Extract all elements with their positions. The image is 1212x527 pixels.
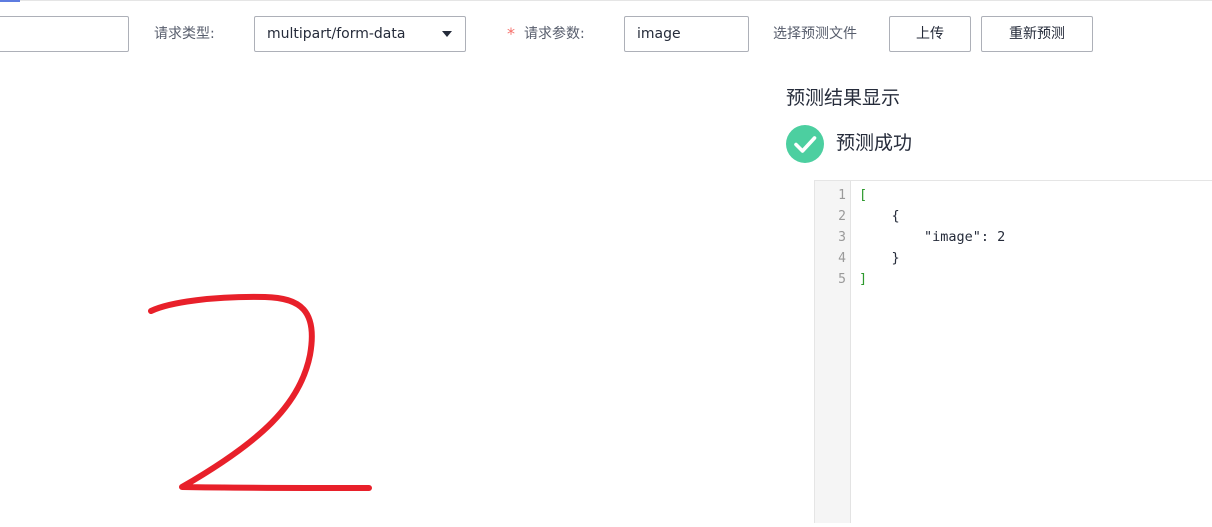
- upload-button[interactable]: 上传: [889, 16, 971, 52]
- code-line: {: [859, 208, 900, 224]
- code-line: }: [859, 250, 900, 266]
- line-number: 5: [838, 272, 846, 287]
- code-line: "image": 2: [859, 229, 1006, 245]
- request-type-value: multipart/form-data: [267, 26, 406, 42]
- repredict-button[interactable]: 重新预测: [981, 16, 1093, 52]
- status-text: 预测成功: [836, 132, 913, 154]
- request-param-input[interactable]: image: [624, 16, 749, 52]
- line-number: 3: [838, 230, 846, 245]
- request-type-select[interactable]: multipart/form-data: [254, 16, 466, 52]
- code-line: [: [859, 187, 868, 203]
- result-title: 预测结果显示: [786, 87, 901, 109]
- request-param-value: image: [637, 26, 681, 42]
- request-type-label: 请求类型:: [154, 26, 215, 42]
- choose-file-label: 选择预测文件: [773, 26, 857, 42]
- line-number: 2: [838, 209, 846, 224]
- digit-stroke: [148, 293, 372, 491]
- code-line: ]: [859, 271, 868, 287]
- json-result-editor[interactable]: 1 2 3 4 5 [ { "image": 2 } ]: [814, 180, 1212, 523]
- url-input[interactable]: [0, 16, 129, 52]
- request-param-label: 请求参数:: [524, 26, 585, 42]
- caret-down-icon: [442, 31, 452, 37]
- drawing-canvas[interactable]: [0, 70, 780, 523]
- required-mark: *: [507, 24, 515, 43]
- line-number-gutter: 1 2 3 4 5: [815, 181, 851, 523]
- handwritten-digit-image: [148, 293, 372, 491]
- request-toolbar: 请求类型: multipart/form-data * 请求参数: image …: [0, 0, 1212, 70]
- line-number: 4: [838, 251, 846, 266]
- check-circle-icon: [786, 125, 824, 163]
- line-number: 1: [838, 188, 846, 203]
